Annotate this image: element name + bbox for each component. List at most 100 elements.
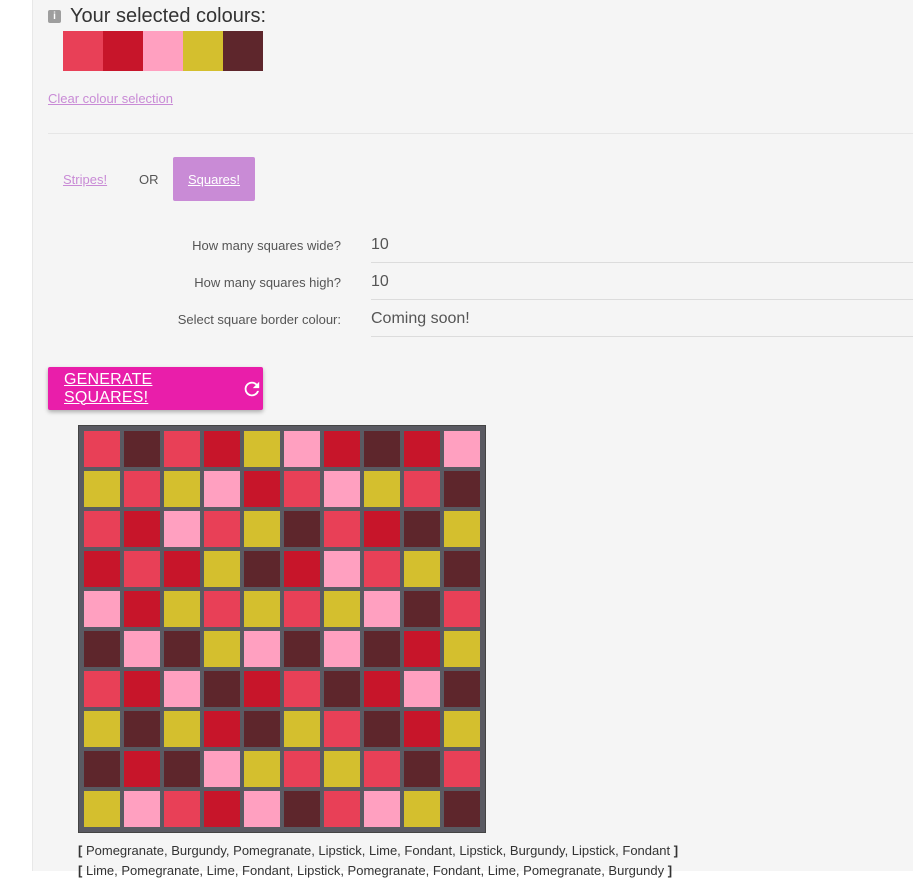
selected-colours-title: Your selected colours: — [70, 5, 267, 27]
swatch-pomegranate — [63, 31, 103, 71]
grid-square — [84, 511, 120, 547]
grid-square — [164, 471, 200, 507]
grid-square — [164, 791, 200, 827]
bracket-close: ] — [673, 843, 679, 858]
grid-square — [324, 591, 360, 627]
swatch-fondant — [143, 31, 183, 71]
grid-square — [284, 431, 320, 467]
border-colour-underline — [371, 336, 913, 337]
grid-square — [124, 591, 160, 627]
grid-square — [284, 591, 320, 627]
grid-square — [284, 671, 320, 707]
grid-square — [124, 551, 160, 587]
grid-square — [444, 671, 480, 707]
grid-square — [204, 551, 240, 587]
grid-square — [84, 711, 120, 747]
grid-square — [364, 591, 400, 627]
row-colour-text-1: Pomegranate, Burgundy, Pomegranate, Lips… — [85, 843, 671, 858]
grid-square — [324, 471, 360, 507]
grid-square — [244, 471, 280, 507]
grid-square — [204, 591, 240, 627]
grid-square — [444, 791, 480, 827]
squares-wide-input[interactable]: 10 — [371, 236, 389, 254]
squares-wide-label: How many squares wide? — [192, 238, 341, 253]
border-colour-label: Select square border colour: — [177, 312, 341, 327]
selected-swatches — [63, 31, 263, 71]
grid-square — [84, 471, 120, 507]
grid-square — [124, 671, 160, 707]
grid-square — [404, 511, 440, 547]
grid-square — [444, 551, 480, 587]
grid-square — [404, 671, 440, 707]
clear-colour-selection-link[interactable]: Clear colour selection — [48, 91, 173, 106]
grid-square — [284, 551, 320, 587]
grid-square — [124, 631, 160, 667]
grid-square — [204, 431, 240, 467]
or-label: OR — [139, 172, 159, 187]
swatch-burgundy — [223, 31, 263, 71]
grid-square — [404, 591, 440, 627]
grid-square — [244, 671, 280, 707]
grid-square — [284, 631, 320, 667]
grid-square — [284, 751, 320, 787]
grid-square — [324, 431, 360, 467]
border-colour-field[interactable]: Coming soon! — [371, 310, 470, 328]
grid-square — [324, 551, 360, 587]
grid-square — [244, 751, 280, 787]
grid-square — [404, 551, 440, 587]
grid-square — [404, 471, 440, 507]
squares-wide-underline — [371, 262, 913, 263]
grid-square — [204, 511, 240, 547]
generate-squares-button[interactable]: GENERATE SQUARES! — [48, 367, 263, 410]
grid-square — [364, 471, 400, 507]
grid-square — [444, 751, 480, 787]
grid-square — [164, 671, 200, 707]
grid-square — [124, 511, 160, 547]
grid-square — [364, 431, 400, 467]
grid-square — [324, 631, 360, 667]
squares-grid — [78, 425, 486, 833]
divider — [48, 133, 913, 134]
stripes-mode-link[interactable]: Stripes! — [63, 172, 107, 187]
squares-high-label: How many squares high? — [194, 275, 341, 290]
grid-square — [404, 431, 440, 467]
grid-square — [84, 791, 120, 827]
grid-square — [364, 671, 400, 707]
info-icon[interactable]: i — [48, 10, 61, 23]
grid-square — [164, 431, 200, 467]
grid-square — [84, 631, 120, 667]
grid-square — [244, 551, 280, 587]
grid-square — [124, 711, 160, 747]
grid-square — [324, 711, 360, 747]
grid-square — [244, 791, 280, 827]
grid-square — [244, 711, 280, 747]
grid-square — [404, 751, 440, 787]
grid-square — [364, 551, 400, 587]
grid-square — [324, 511, 360, 547]
grid-square — [84, 431, 120, 467]
grid-square — [444, 711, 480, 747]
grid-square — [204, 471, 240, 507]
grid-square — [444, 591, 480, 627]
squares-mode-button[interactable]: Squares! — [173, 157, 255, 201]
grid-square — [444, 631, 480, 667]
grid-square — [124, 791, 160, 827]
grid-square — [284, 511, 320, 547]
grid-square — [84, 551, 120, 587]
grid-square — [84, 671, 120, 707]
grid-square — [244, 591, 280, 627]
swatch-lipstick — [103, 31, 143, 71]
grid-square — [84, 591, 120, 627]
grid-square — [204, 631, 240, 667]
grid-square — [404, 791, 440, 827]
grid-square — [444, 511, 480, 547]
grid-square — [364, 791, 400, 827]
grid-square — [284, 711, 320, 747]
grid-square — [204, 711, 240, 747]
left-gutter — [0, 0, 33, 871]
grid-square — [444, 431, 480, 467]
squares-high-input[interactable]: 10 — [371, 273, 389, 291]
squares-high-underline — [371, 299, 913, 300]
grid-square — [444, 471, 480, 507]
grid-square — [124, 471, 160, 507]
